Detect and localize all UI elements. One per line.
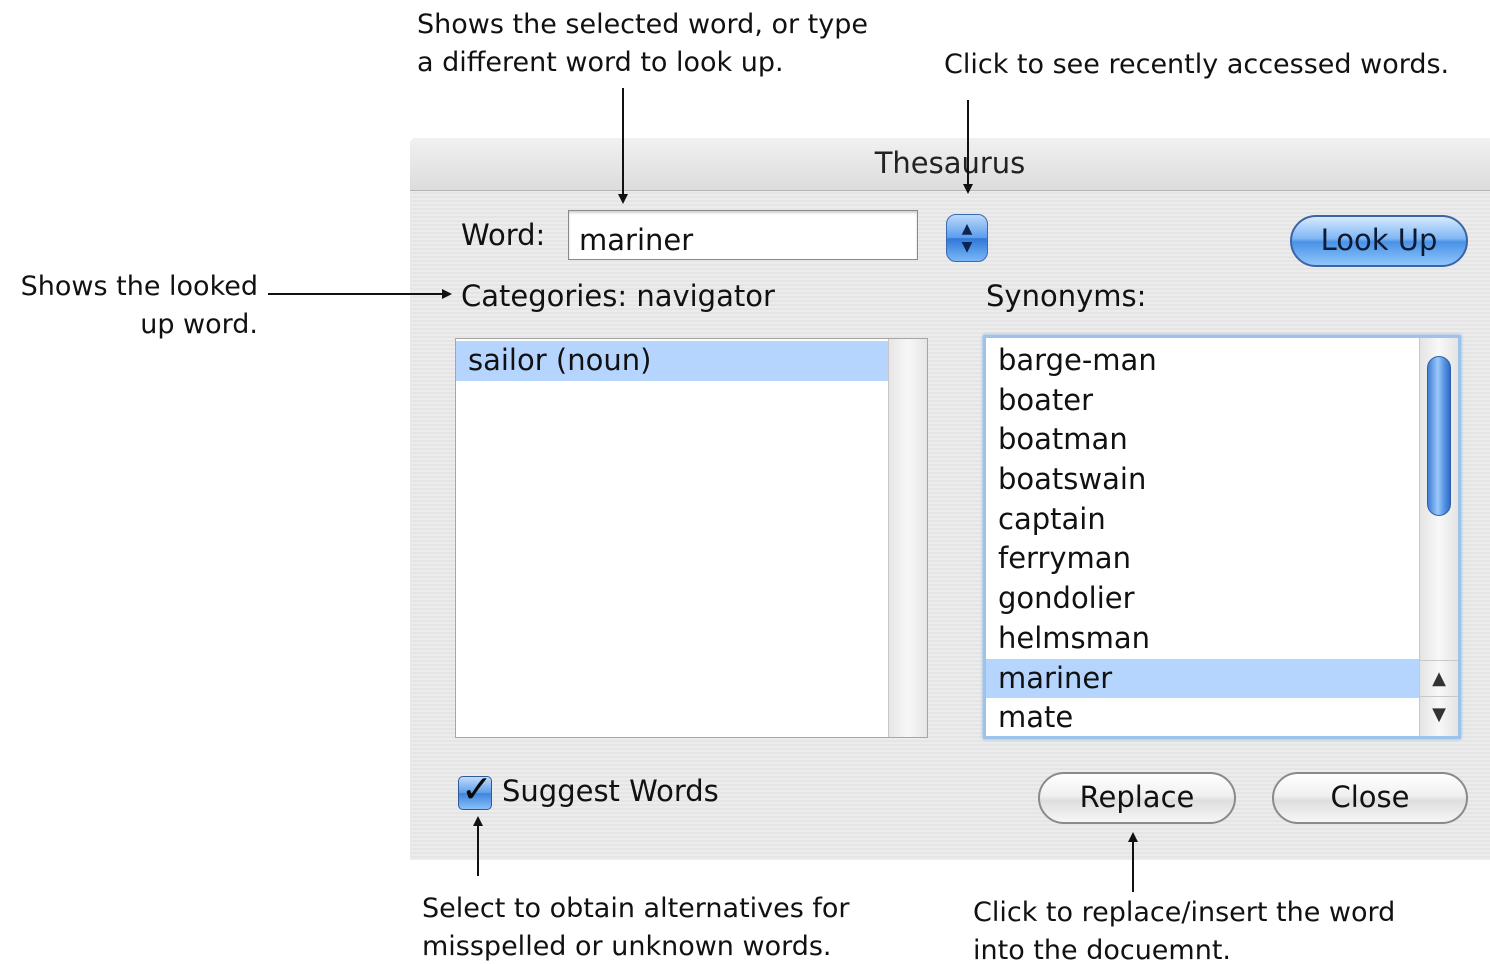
callout-looked-up: Shows the looked up word. xyxy=(0,268,258,344)
replace-button[interactable]: Replace xyxy=(1038,772,1236,824)
callout-looked-up-line2: up word. xyxy=(140,309,258,340)
screenshot-stage: Shows the selected word, or type a diffe… xyxy=(0,0,1490,964)
synonym-list-item[interactable]: mariner xyxy=(986,658,1422,699)
word-input[interactable] xyxy=(568,210,918,260)
callout-suggest-line2: misspelled or unknown words. xyxy=(422,931,832,962)
thesaurus-window: Thesaurus Word: ▲ ▼ Look Up Categories: … xyxy=(410,138,1490,860)
recent-words-button[interactable]: ▲ ▼ xyxy=(946,214,988,262)
synonyms-items: barge-man boater boatman boatswain captain fe… xyxy=(986,341,1422,736)
scroll-down-button[interactable]: ▼ xyxy=(1420,696,1458,733)
category-list-item[interactable]: sailor (noun) xyxy=(456,341,889,381)
synonym-list-item[interactable]: barge-man xyxy=(986,341,1422,381)
scroll-up-button[interactable]: ▲ xyxy=(1420,660,1458,697)
suggest-words-checkbox[interactable]: ✓ xyxy=(458,767,493,811)
callout-replace: Click to replace/insert the word into th… xyxy=(973,894,1395,964)
synonym-list-item[interactable]: captain xyxy=(986,500,1422,540)
synonyms-list[interactable]: barge-man boater boatman boatswain captain fe… xyxy=(983,335,1461,739)
categories-scrollbar[interactable] xyxy=(888,339,927,737)
word-label: Word: xyxy=(461,218,546,252)
callout-history: Click to see recently accessed words. xyxy=(944,49,1450,80)
callout-word-field-line2: a different word to look up. xyxy=(417,47,784,78)
callout-looked-up-line1: Shows the looked xyxy=(20,271,258,302)
callout-word-field: Shows the selected word, or type a diffe… xyxy=(417,6,868,82)
synonyms-scrollbar[interactable]: ▲ ▼ xyxy=(1419,338,1458,736)
synonym-list-item[interactable]: helmsman xyxy=(986,619,1422,659)
categories-heading: Categories: navigator xyxy=(461,279,775,313)
callout-replace-line2: into the docuemnt. xyxy=(973,935,1232,964)
callout-word-field-line1: Shows the selected word, or type xyxy=(417,9,868,40)
scroll-down-icon: ▼ xyxy=(1432,704,1446,725)
title-bar[interactable]: Thesaurus xyxy=(410,138,1490,191)
window-title: Thesaurus xyxy=(874,146,1026,180)
synonym-list-item[interactable]: ferryman xyxy=(986,539,1422,579)
categories-label: Categories: xyxy=(461,279,628,313)
suggest-words-label: Suggest Words xyxy=(502,774,719,808)
callout-suggest-words: Select to obtain alternatives for misspe… xyxy=(422,890,850,964)
down-arrow-icon: ▼ xyxy=(961,239,973,255)
up-arrow-icon: ▲ xyxy=(961,221,973,237)
synonym-list-item[interactable]: gondolier xyxy=(986,579,1422,619)
synonyms-label: Synonyms: xyxy=(986,279,1147,313)
categories-list[interactable]: sailor (noun) xyxy=(455,338,928,738)
synonym-list-item[interactable]: boatman xyxy=(986,420,1422,460)
look-up-button[interactable]: Look Up xyxy=(1290,215,1468,267)
synonym-list-item[interactable]: mate xyxy=(986,698,1422,736)
callout-suggest-line1: Select to obtain alternatives for xyxy=(422,893,850,924)
scrollbar-thumb[interactable] xyxy=(1427,356,1451,516)
close-button[interactable]: Close xyxy=(1272,772,1468,824)
categories-items: sailor (noun) xyxy=(456,341,889,381)
checkmark-icon: ✓ xyxy=(461,767,493,811)
synonym-list-item[interactable]: boater xyxy=(986,381,1422,421)
looked-up-word: navigator xyxy=(636,279,775,313)
scroll-up-icon: ▲ xyxy=(1432,668,1446,689)
synonym-list-item[interactable]: boatswain xyxy=(986,460,1422,500)
callout-replace-line1: Click to replace/insert the word xyxy=(973,897,1396,928)
